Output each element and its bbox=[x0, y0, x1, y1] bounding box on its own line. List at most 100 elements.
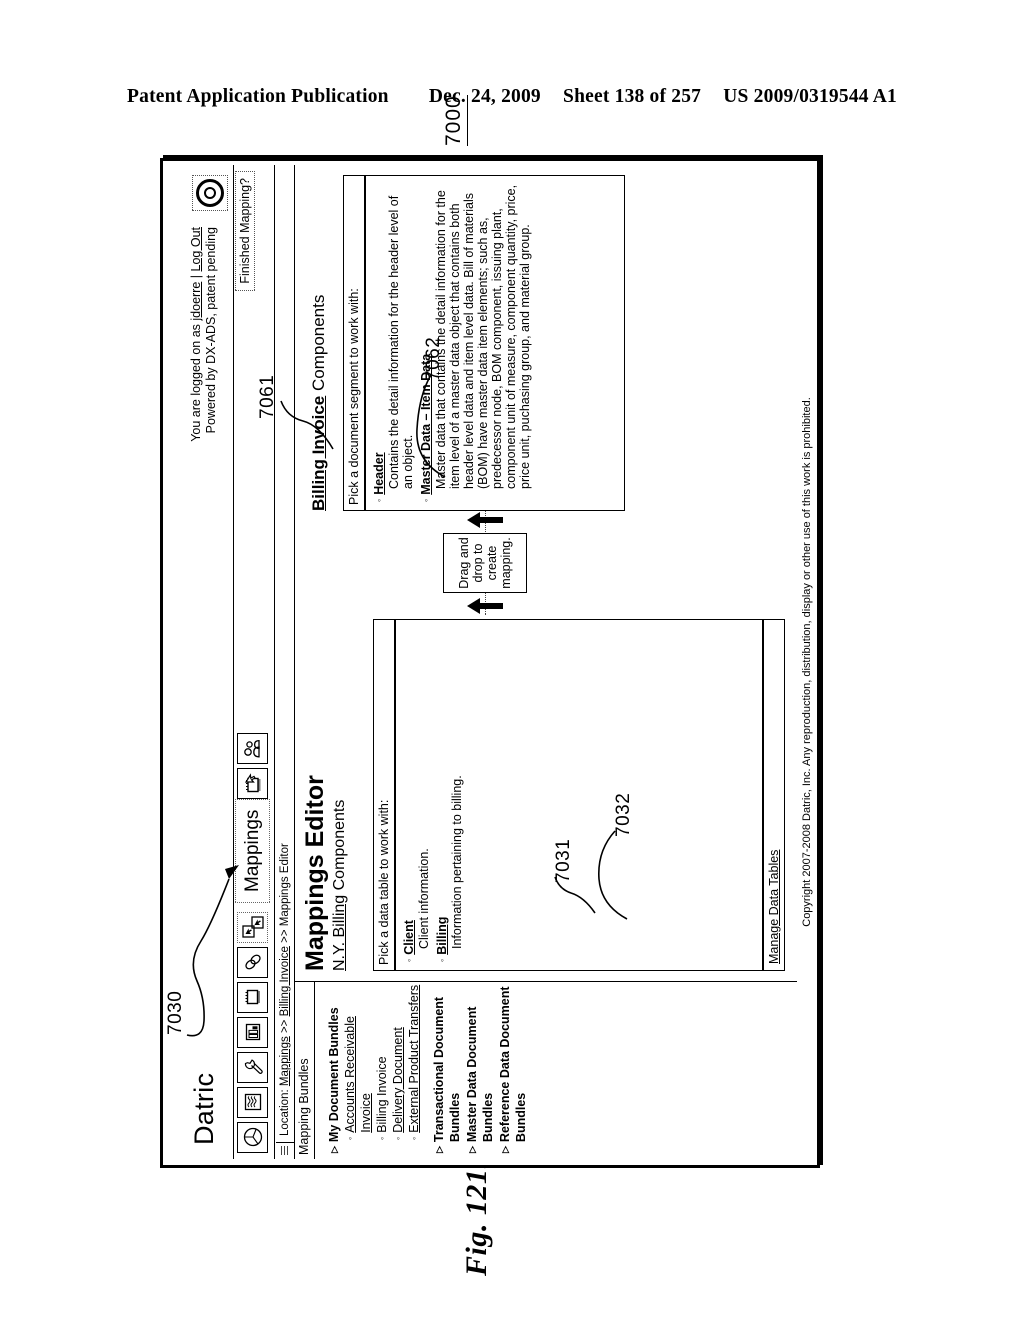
sidebar-group-label: Reference Data Document Bundles bbox=[498, 986, 528, 1143]
login-status-block: You are logged on as jdoerre | Log Out P… bbox=[189, 227, 219, 442]
breadcrumb-prefix: Location: bbox=[278, 1086, 291, 1136]
publication-header-left: Patent Application Publication bbox=[127, 86, 389, 107]
breadcrumb-mappings[interactable]: Mappings bbox=[279, 1036, 291, 1086]
figure-stage: Fig. 121b 7000 Datric You are logged on … bbox=[142, 95, 842, 1276]
brand-title: Datric bbox=[189, 1072, 219, 1145]
sidebar-header: Mapping Bundles bbox=[295, 982, 315, 1159]
data-table-prompt: Pick a data table to work with: bbox=[374, 620, 396, 970]
sidebar-item-delivery-document[interactable]: ◦ Delivery Document bbox=[390, 982, 406, 1140]
list-item[interactable]: ◦ Client Client information. bbox=[402, 626, 431, 962]
reference-number-7061: 7061 bbox=[257, 374, 278, 419]
reference-number-7062: 7062 bbox=[423, 336, 444, 381]
sidebar-subitem-label: Billing Invoice bbox=[375, 1056, 389, 1133]
breadcrumb-sep-2: >> bbox=[278, 926, 291, 947]
content-area: Finished Mapping? Mappings Editor N.Y. B… bbox=[235, 165, 797, 981]
bullet-icon: ◦ bbox=[393, 1136, 403, 1140]
ring-logo-inner bbox=[204, 187, 216, 199]
sidebar-item-master-data-document-bundles[interactable]: ▷ Master Data Document Bundles bbox=[464, 982, 496, 1153]
ring-logo-outer bbox=[196, 179, 224, 207]
grip-line-1 bbox=[281, 1146, 282, 1156]
document-segment-list: ◦ Header Contains the detail information… bbox=[366, 176, 540, 510]
page-subtitle-rest: Components bbox=[331, 799, 348, 895]
page-subtitle: N.Y. Billing Components bbox=[330, 775, 350, 971]
bullet-icon: ◦ bbox=[377, 1136, 387, 1140]
bullet-icon: ◦ bbox=[437, 958, 447, 962]
bullet-icon: ◦ bbox=[404, 958, 414, 962]
logged-in-user-link[interactable]: jdoerre bbox=[189, 282, 203, 321]
copyright-footer: Copyright 2007-2008 Datric, Inc. Any rep… bbox=[801, 397, 813, 927]
main-toolbar: Mappings bbox=[234, 165, 275, 1159]
sidebar-group-label: Transactional Document Bundles bbox=[432, 996, 462, 1143]
breadcrumb-billing-invoice[interactable]: Billing Invoice bbox=[279, 946, 291, 1016]
sidebar-item-reference-data-document-bundles[interactable]: ▷ Reference Data Document Bundles bbox=[497, 982, 529, 1153]
ring-logo-icon bbox=[192, 175, 228, 211]
data-table-footer: Manage Data Tables bbox=[762, 620, 784, 970]
sidebar-item-external-product-transfers[interactable]: ◦ External Product Transfers bbox=[406, 982, 422, 1140]
drag-drop-hint-text: Drag and drop to create mapping. bbox=[457, 537, 513, 589]
globe-icon[interactable] bbox=[237, 1122, 268, 1153]
bullet-icon: ◦ bbox=[374, 498, 384, 502]
editor-heading: Mappings Editor N.Y. Billing Components bbox=[301, 775, 350, 971]
data-table-panel: Pick a data table to work with: ◦ Client… bbox=[373, 619, 785, 971]
chip-cursor-icon[interactable] bbox=[237, 768, 268, 799]
list-item-head: ◦ Client bbox=[402, 626, 417, 962]
grip-line-3 bbox=[287, 1146, 288, 1156]
sidebar-subitem-label[interactable]: Delivery Document bbox=[390, 1027, 406, 1133]
login-separator: | bbox=[189, 271, 203, 282]
figure-caption: Fig. 121b bbox=[460, 1153, 493, 1276]
scribble-document-icon[interactable] bbox=[237, 1087, 268, 1118]
sidebar-item-my-document-bundles[interactable]: ▷ My Document Bundles bbox=[326, 982, 342, 1153]
figure-frame: Datric You are logged on as jdoerre | Lo… bbox=[160, 158, 820, 1168]
sidebar-subitem-label[interactable]: External Product Transfers bbox=[406, 985, 422, 1133]
collapse-triangle-icon: ▷ bbox=[329, 1146, 339, 1153]
figure-reference-7000: 7000 bbox=[442, 95, 468, 146]
reference-number-7030: 7030 bbox=[165, 990, 186, 1035]
document-segment-panel: Pick a document segment to work with: ◦ … bbox=[343, 175, 625, 511]
people-icon[interactable] bbox=[237, 733, 268, 764]
drag-arrow-left-icon bbox=[467, 598, 503, 614]
drag-grip-icon[interactable] bbox=[275, 1142, 294, 1159]
page-subtitle-link[interactable]: N.Y. Billing bbox=[331, 895, 348, 971]
list-item-name[interactable]: Billing bbox=[435, 917, 450, 955]
logout-link[interactable]: Log Out bbox=[189, 227, 203, 271]
list-item-description: Client information. bbox=[417, 848, 431, 949]
link-chain-icon[interactable] bbox=[237, 947, 268, 978]
sidebar-group-label: Master Data Document Bundles bbox=[465, 1006, 495, 1143]
body-row: Mapping Bundles ▷ My Document Bundles ◦ … bbox=[235, 165, 797, 1159]
expand-triangle-icon: ▷ bbox=[467, 1146, 477, 1153]
login-prefix: You are logged on as bbox=[189, 320, 203, 442]
chip-icon[interactable] bbox=[237, 982, 268, 1013]
list-item-description: Information pertaining to billing. bbox=[450, 775, 464, 949]
wrench-icon[interactable] bbox=[237, 1052, 268, 1083]
list-item-description: Contains the detail information for the … bbox=[387, 195, 415, 489]
sidebar-nav-list: ▷ My Document Bundles ◦ Accounts Receiva… bbox=[315, 982, 529, 1159]
publication-number: US 2009/0319544 A1 bbox=[723, 86, 897, 107]
cursor-select-icon[interactable] bbox=[237, 912, 268, 943]
sidebar-item-accounts-receivable-invoice[interactable]: ◦ Accounts Receivable Invoice bbox=[342, 982, 374, 1140]
document-segment-prompt: Pick a document segment to work with: bbox=[344, 176, 366, 510]
publication-header: Patent Application Publication Dec. 24, … bbox=[0, 86, 1024, 108]
sidebar-item-billing-invoice[interactable]: ◦ Billing Invoice bbox=[374, 982, 390, 1140]
list-item-name[interactable]: Header bbox=[372, 452, 387, 494]
list-item[interactable]: ◦ Header Contains the detail information… bbox=[372, 182, 415, 502]
list-item-name[interactable]: Client bbox=[402, 920, 417, 955]
reference-number-7031: 7031 bbox=[553, 838, 574, 883]
right-panel-title: Billing Invoice Components bbox=[309, 295, 329, 511]
bar-chart-icon[interactable] bbox=[237, 1017, 268, 1048]
reference-number-7032: 7032 bbox=[613, 792, 634, 837]
breadcrumb: Location: Mappings >> Billing Invoice >>… bbox=[279, 843, 291, 1142]
tab-mappings[interactable]: Mappings bbox=[235, 798, 270, 903]
list-item[interactable]: ◦ Billing Information pertaining to bill… bbox=[435, 626, 464, 962]
application-window: Datric You are logged on as jdoerre | Lo… bbox=[187, 165, 797, 1159]
manage-data-tables-link[interactable]: Manage Data Tables bbox=[767, 850, 781, 964]
sidebar-item-transactional-document-bundles[interactable]: ▷ Transactional Document Bundles bbox=[431, 982, 463, 1153]
powered-by-text: Powered by DX-ADS, patent pending bbox=[204, 227, 218, 434]
bullet-icon: ◦ bbox=[409, 1136, 419, 1140]
drag-drop-hint: Drag and drop to create mapping. bbox=[443, 533, 527, 593]
data-table-list: ◦ Client Client information. ◦ Billing I… bbox=[396, 620, 472, 970]
sidebar-subitem-label[interactable]: Accounts Receivable Invoice bbox=[342, 982, 374, 1133]
right-panel-title-link[interactable]: Billing Invoice bbox=[309, 396, 328, 511]
finished-mapping-button[interactable]: Finished Mapping? bbox=[235, 171, 255, 291]
list-item-description: Master data that contains the detail inf… bbox=[434, 184, 532, 489]
